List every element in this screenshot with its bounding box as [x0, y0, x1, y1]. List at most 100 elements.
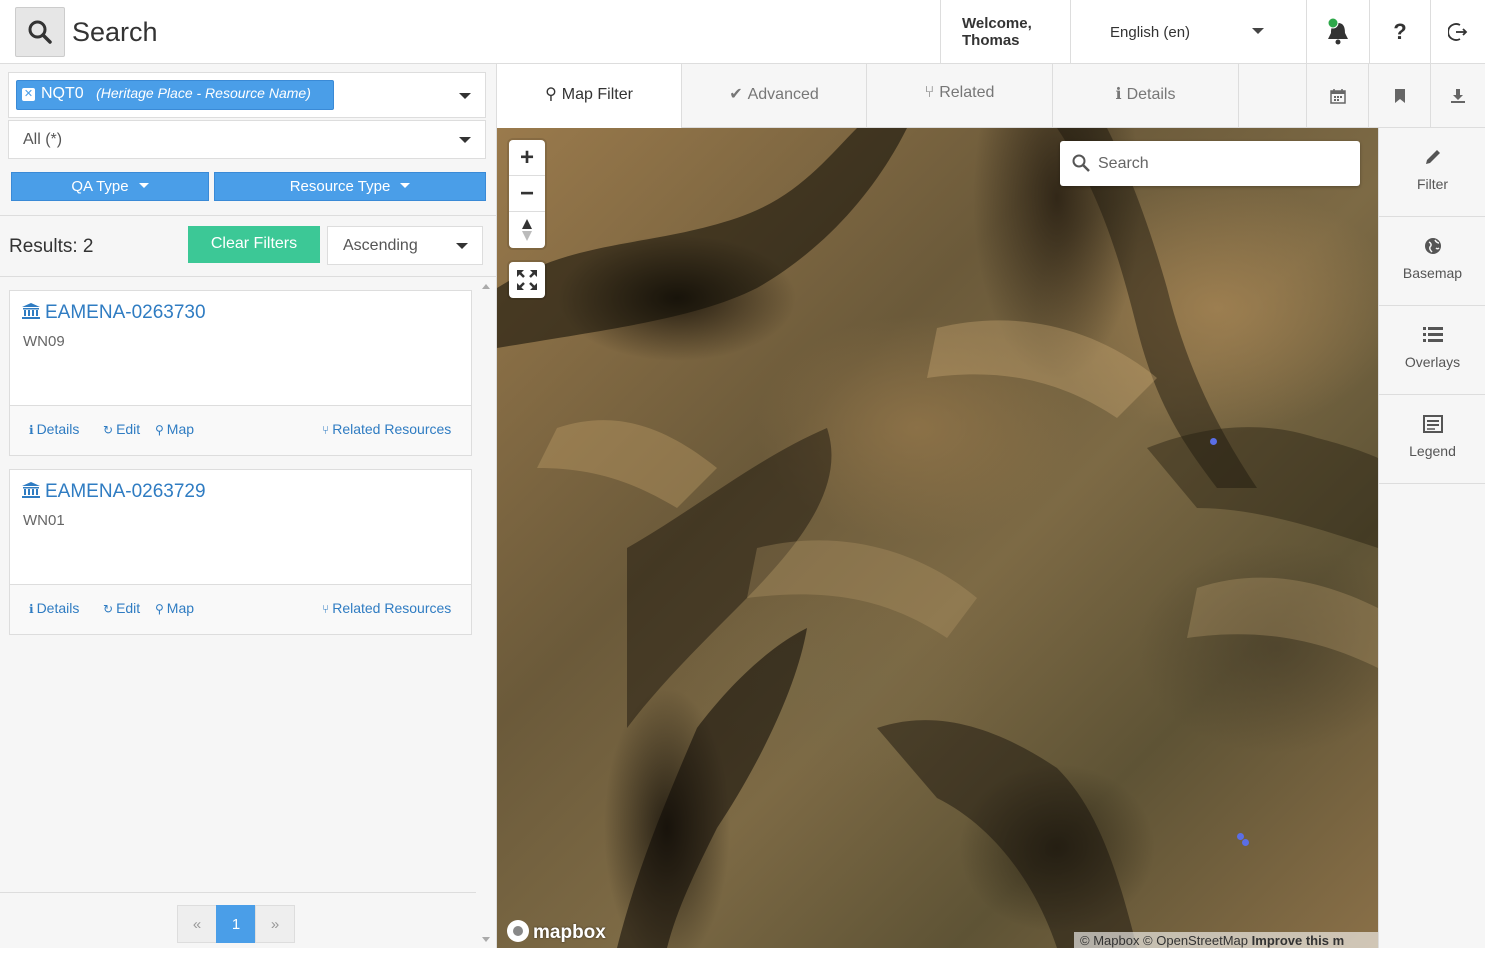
map-tool-basemap[interactable]: Basemap: [1379, 217, 1485, 306]
branch-icon: ⑂: [322, 423, 330, 437]
map-view[interactable]: + − mapbox © Mapbox © OpenStreetMap Impr…: [497, 128, 1378, 948]
chevron-down-icon: [459, 137, 471, 143]
tab-label: Map Filter: [561, 86, 633, 103]
sort-order-select[interactable]: Ascending: [327, 226, 483, 265]
bookmark-icon: [1394, 88, 1405, 103]
map-tool-label: Basemap: [1402, 265, 1463, 281]
filter-tag[interactable]: ✕ NQT0 (Heritage Place - Resource Name): [16, 80, 334, 110]
map-link[interactable]: ⚲ Map: [155, 600, 194, 616]
chevron-down-icon: [1252, 28, 1264, 34]
map-tool-label: Legend: [1409, 443, 1456, 459]
resource-marker[interactable]: [1210, 438, 1217, 445]
tab-map-filter[interactable]: ⚲ Map Filter: [497, 64, 682, 128]
resource-marker[interactable]: [1242, 839, 1249, 846]
notifications-button[interactable]: [1307, 0, 1370, 63]
mapbox-logo[interactable]: mapbox: [507, 920, 606, 944]
results-toolbar: Results: 2 Clear Filters Ascending: [0, 215, 496, 277]
map-tool-label: Filter: [1416, 176, 1449, 192]
related-label: Related Resources: [332, 600, 452, 616]
mapbox-logo-text: mapbox: [533, 922, 606, 943]
map-link[interactable]: ⚲ Map: [155, 421, 194, 437]
help-icon: ?: [1393, 18, 1407, 44]
compass-button[interactable]: [509, 212, 545, 248]
improve-map-link[interactable]: Improve this m: [1252, 933, 1344, 948]
qa-type-label: QA Type: [71, 178, 129, 195]
sort-order-value: Ascending: [343, 237, 418, 254]
saved-searches-button[interactable]: [1368, 64, 1430, 127]
related-label: Related Resources: [332, 421, 452, 437]
bell-icon: [1327, 17, 1348, 44]
result-title-link[interactable]: EAMENA-0263730: [22, 302, 206, 324]
remove-tag-icon[interactable]: ✕: [22, 88, 35, 101]
export-button[interactable]: [1430, 64, 1485, 127]
tab-label: Details: [1126, 86, 1176, 103]
caret-down-icon: [400, 183, 411, 188]
map-label: Map: [166, 600, 195, 616]
chevron-down-icon: [456, 243, 468, 249]
expand-icon: [517, 270, 537, 290]
building-icon: [22, 482, 40, 498]
fullscreen-button[interactable]: [509, 262, 545, 298]
pagination: « 1 »: [0, 892, 476, 948]
tab-related[interactable]: ⑂ Related: [867, 64, 1053, 127]
edit-link[interactable]: ↻ Edit: [103, 600, 140, 616]
map-tool-overlays[interactable]: Overlays: [1379, 306, 1485, 395]
result-title-link[interactable]: EAMENA-0263729: [22, 481, 206, 503]
terrain-image: [497, 128, 1378, 948]
result-title: EAMENA-0263730: [45, 302, 206, 323]
refresh-icon: ↻: [103, 423, 114, 437]
result-card: EAMENA-0263729 WN01 ℹ Details ↻ Edit ⚲ Map …: [9, 469, 472, 635]
search-icon: [1072, 154, 1090, 172]
time-filter-button[interactable]: [1306, 64, 1368, 127]
related-resources-link[interactable]: ⑂ Related Resources: [322, 600, 451, 616]
top-bar: Search Welcome, Thomas English (en) ?: [0, 0, 1485, 64]
details-label: Details: [36, 600, 80, 616]
branch-icon: ⑂: [322, 602, 330, 616]
map-attribution[interactable]: © Mapbox © OpenStreetMap Improve this m: [1074, 932, 1378, 948]
user-name: Thomas: [962, 32, 1020, 49]
map-label: Map: [166, 421, 195, 437]
tab-details[interactable]: ℹ Details: [1053, 64, 1239, 127]
edit-link[interactable]: ↻ Edit: [103, 421, 140, 437]
map-search-box[interactable]: [1060, 141, 1360, 186]
logout-icon: [1448, 22, 1468, 41]
zoom-in-button[interactable]: +: [509, 140, 545, 176]
resource-type-button[interactable]: Resource Type: [214, 172, 486, 201]
caret-down-icon: [138, 183, 149, 188]
results-scrollbar[interactable]: [478, 279, 494, 948]
logout-button[interactable]: [1431, 0, 1485, 63]
result-actions: ℹ Details ↻ Edit ⚲ Map ⑂ Related Resources: [10, 584, 471, 634]
qa-type-button[interactable]: QA Type: [11, 172, 209, 201]
pagination-next[interactable]: »: [255, 905, 295, 943]
zoom-out-button[interactable]: −: [509, 176, 545, 212]
map-tool-legend[interactable]: Legend: [1379, 395, 1485, 484]
welcome-user[interactable]: Welcome, Thomas: [940, 0, 1071, 63]
map-search-input[interactable]: [1098, 141, 1348, 186]
pagination-prev[interactable]: «: [177, 905, 217, 943]
calendar-icon: [1329, 88, 1346, 104]
tab-advanced[interactable]: ✔ Advanced: [682, 64, 867, 127]
language-select[interactable]: English (en): [1071, 0, 1307, 63]
map-tools-sidebar: Filter Basemap Overlays Legend: [1378, 128, 1485, 948]
check-circle-icon: ✔: [729, 86, 743, 103]
globe-icon: [1424, 238, 1441, 254]
details-label: Details: [36, 421, 80, 437]
clear-filters-button[interactable]: Clear Filters: [188, 226, 320, 263]
tab-label: Related: [939, 84, 995, 101]
download-icon: [1451, 88, 1465, 103]
related-resources-link[interactable]: ⑂ Related Resources: [322, 421, 451, 437]
details-link[interactable]: ℹ Details: [29, 600, 79, 616]
search-tabs: ⚲ Map Filter ✔ Advanced ⑂ Related ℹ Details: [497, 64, 1485, 128]
attribution-text[interactable]: © Mapbox © OpenStreetMap: [1080, 933, 1248, 948]
search-icon-button[interactable]: [15, 7, 65, 57]
chevron-down-icon[interactable]: [459, 93, 471, 99]
resource-model-value: All (*): [23, 131, 63, 148]
term-filter-input[interactable]: ✕ NQT0 (Heritage Place - Resource Name): [8, 72, 486, 118]
details-link[interactable]: ℹ Details: [29, 421, 79, 437]
pagination-page-1[interactable]: 1: [216, 905, 256, 943]
info-icon: ℹ: [1115, 86, 1122, 103]
help-button[interactable]: ?: [1370, 0, 1431, 63]
edit-label: Edit: [116, 421, 141, 437]
resource-model-select[interactable]: All (*): [8, 120, 486, 159]
map-tool-filter[interactable]: Filter: [1379, 128, 1485, 217]
